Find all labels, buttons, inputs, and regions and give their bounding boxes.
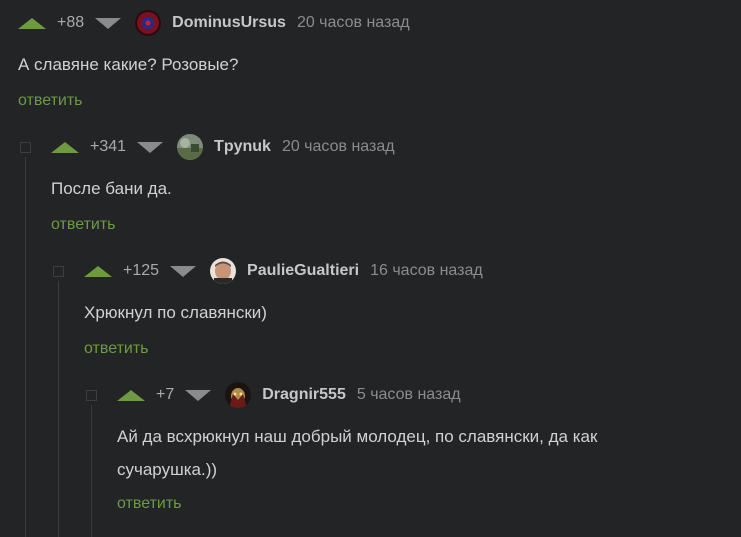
comment-time: 20 часов назад <box>281 138 395 155</box>
upvote-icon[interactable] <box>51 141 79 153</box>
collapse-square-icon[interactable] <box>53 266 64 277</box>
downvote-icon[interactable] <box>95 17 122 29</box>
comment-text-line: Ай да всхрюкнул наш добрый молодец, по с… <box>117 427 598 446</box>
comment-text: Хрюкнул по славянски) <box>84 303 267 322</box>
thread-line <box>91 405 92 537</box>
comment-header: +88 DominusUrsus 20 часов назад <box>18 10 410 36</box>
upvote-icon[interactable] <box>84 265 112 277</box>
comment-header: +125 PaulieGualtieri 16 часов назад <box>84 258 483 284</box>
downvote-icon[interactable] <box>137 141 164 153</box>
downvote-icon[interactable] <box>185 389 212 401</box>
collapse-square-icon[interactable] <box>20 142 31 153</box>
upvote-icon[interactable] <box>18 17 46 29</box>
reply-link[interactable]: ответить <box>84 340 149 358</box>
comment-time: 5 часов назад <box>356 386 461 403</box>
comment-text: Ай да всхрюкнул наш добрый молодец, по с… <box>117 422 597 485</box>
comment-rating: +7 <box>156 386 175 403</box>
upvote-icon[interactable] <box>117 389 145 401</box>
comment-time: 20 часов назад <box>296 14 410 31</box>
avatar[interactable] <box>177 134 204 160</box>
comment-header: +7 Dragnir555 5 часов назад <box>117 382 461 408</box>
comment-author[interactable]: Tpynuk <box>214 138 271 156</box>
collapse-square-icon[interactable] <box>86 390 97 401</box>
thread-line <box>25 157 26 537</box>
reply-link[interactable]: ответить <box>117 495 182 513</box>
thread-line <box>58 281 59 537</box>
downvote-icon[interactable] <box>170 265 197 277</box>
comment-rating: +125 <box>123 262 160 279</box>
comment-header: +341 Tpynuk 20 часов назад <box>51 134 395 160</box>
avatar[interactable] <box>210 258 237 284</box>
avatar[interactable] <box>135 10 162 36</box>
comment-text: А славяне какие? Розовые? <box>18 55 239 74</box>
reply-link[interactable]: ответить <box>51 216 116 234</box>
comment-rating: +88 <box>57 14 85 31</box>
comment-text: После бани да. <box>51 179 172 198</box>
comment-rating: +341 <box>90 138 127 155</box>
comment-author[interactable]: DominusUrsus <box>172 14 286 32</box>
reply-link[interactable]: ответить <box>18 92 83 110</box>
comment-author[interactable]: PaulieGualtieri <box>247 262 359 280</box>
comment-author[interactable]: Dragnir555 <box>262 386 346 404</box>
comment-text-line: сучарушка.)) <box>117 460 218 479</box>
avatar[interactable] <box>225 382 252 408</box>
comment-time: 16 часов назад <box>370 262 483 279</box>
